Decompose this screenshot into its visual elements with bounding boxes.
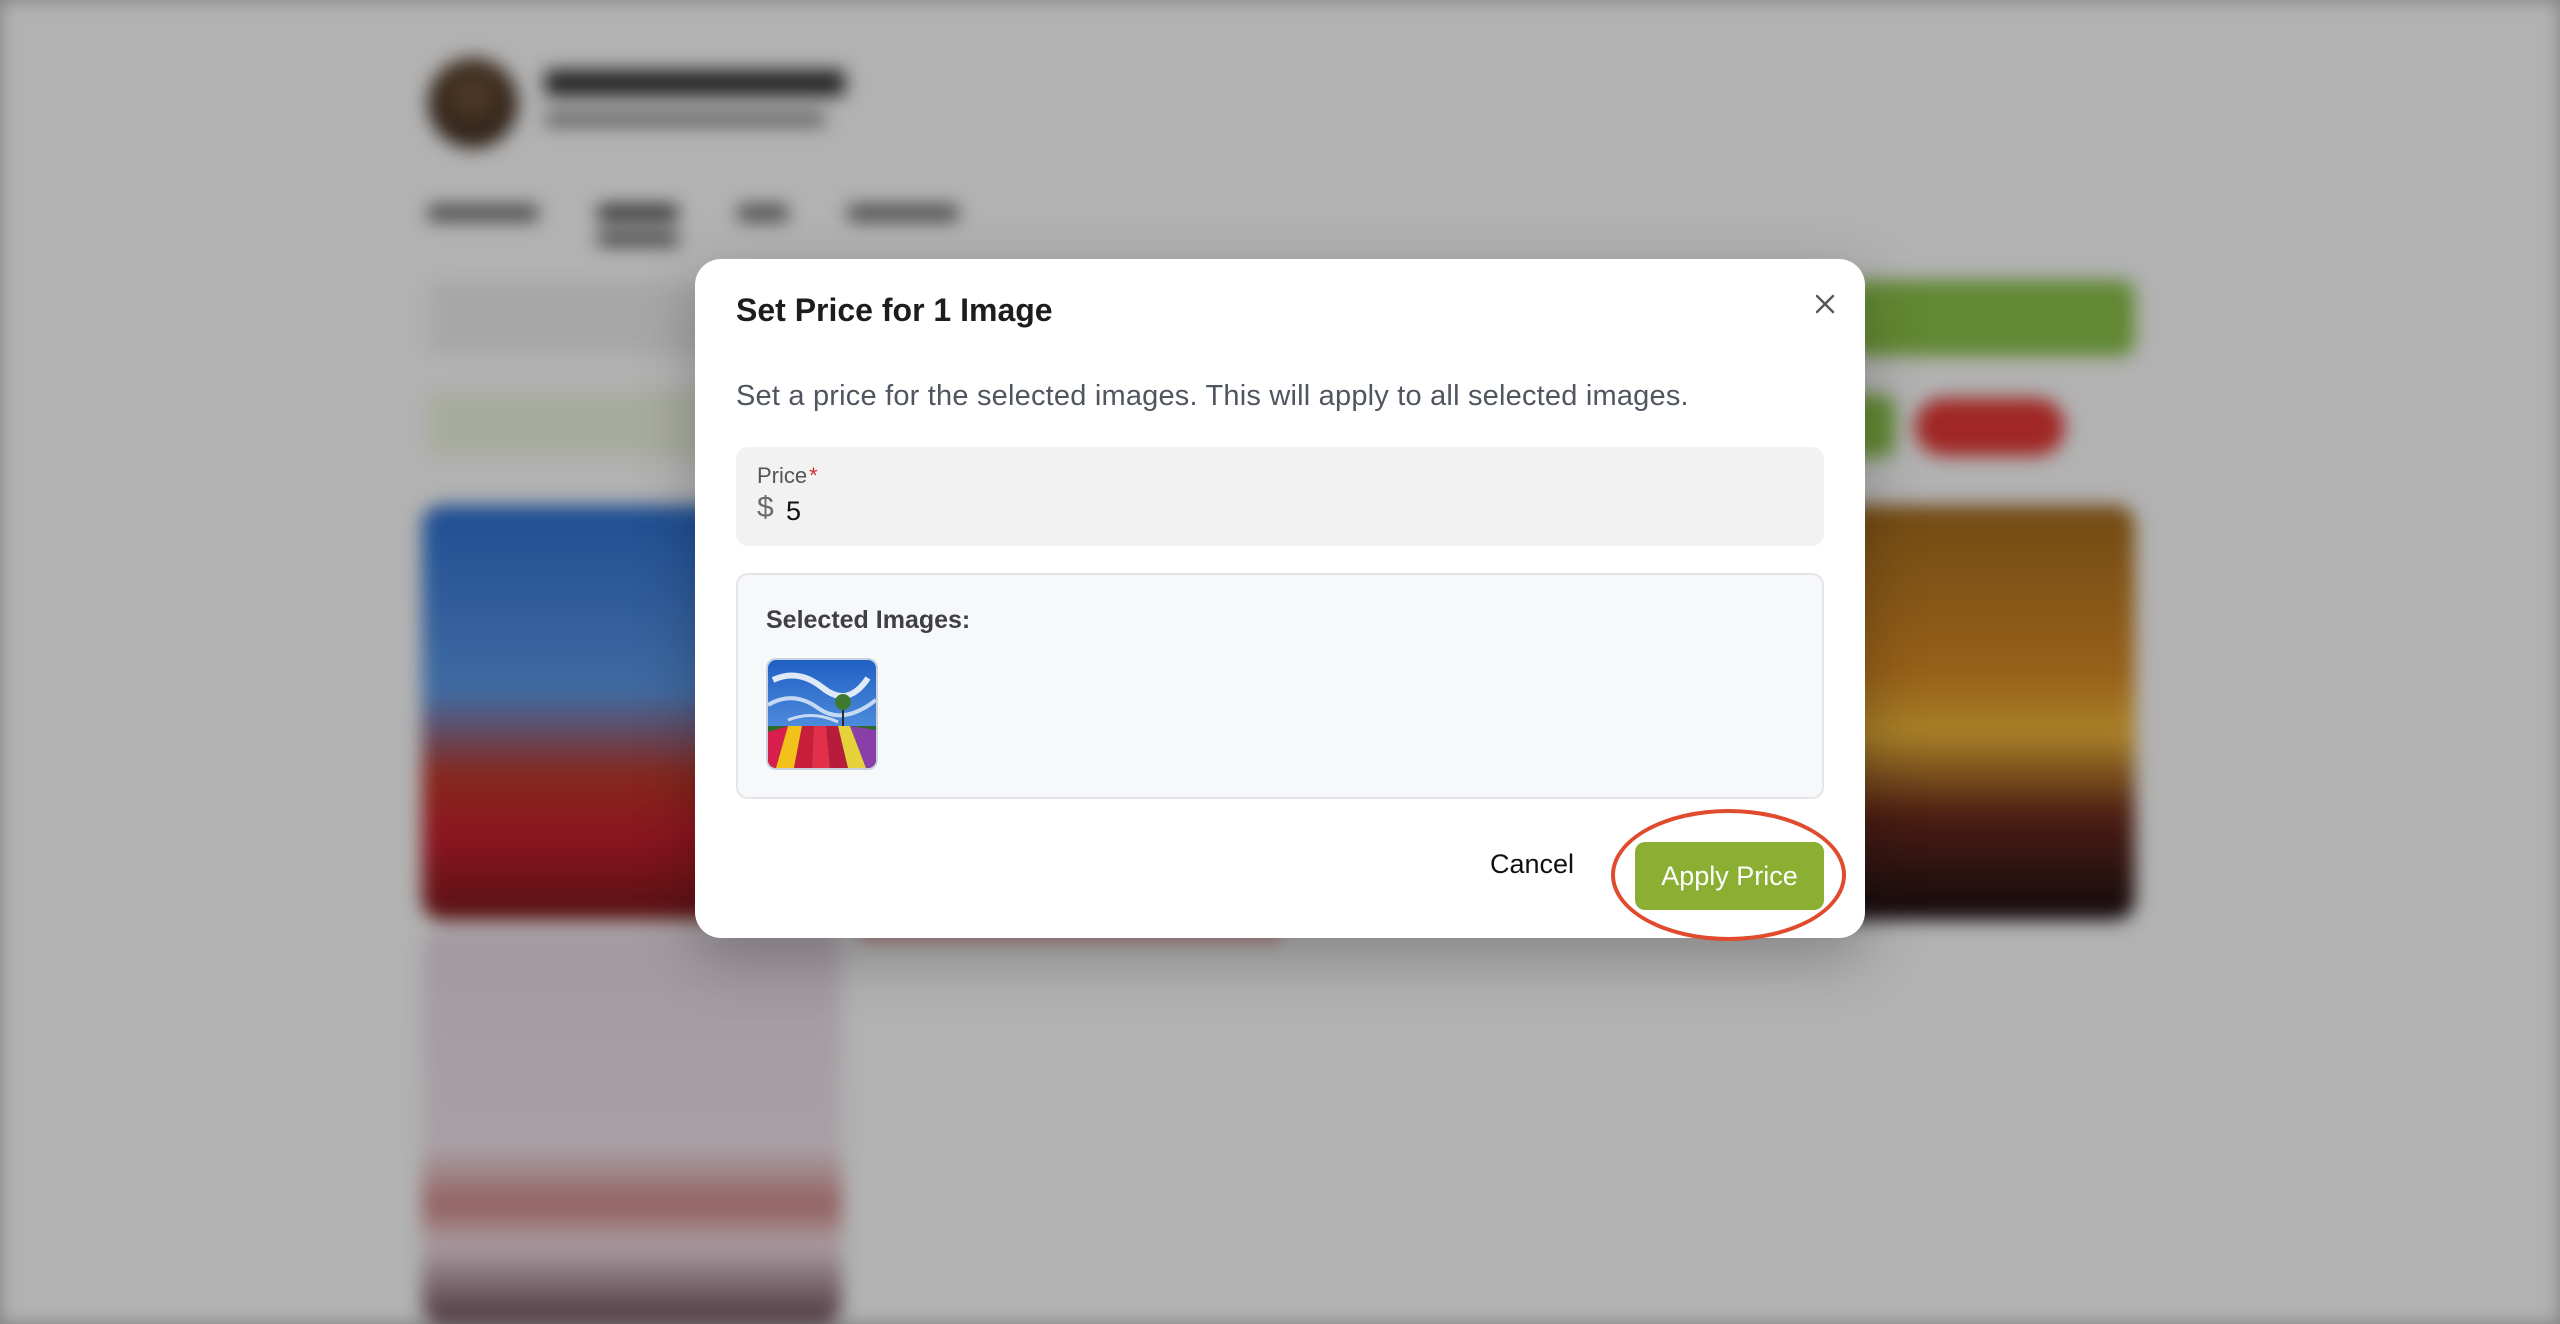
price-label: Price* [757,463,818,489]
required-marker: * [809,463,818,488]
price-label-text: Price [757,463,808,488]
dialog-title: Set Price for 1 Image [736,292,1053,328]
tulip-field-thumbnail [768,660,876,768]
price-field[interactable]: Price* $ [736,447,1824,546]
selected-image-thumbnail [766,658,878,770]
close-button[interactable] [1805,284,1845,324]
price-input[interactable] [786,493,1786,529]
selected-images-panel: Selected Images: [736,573,1824,799]
dialog-description: Set a price for the selected images. Thi… [736,380,1689,412]
close-icon [1815,294,1835,314]
set-price-dialog: Set Price for 1 Image Set a price for th… [695,259,1865,938]
currency-symbol: $ [757,491,774,524]
cancel-button[interactable]: Cancel [1490,842,1574,886]
selected-images-title: Selected Images: [766,606,971,634]
apply-price-button[interactable]: Apply Price [1635,842,1824,910]
